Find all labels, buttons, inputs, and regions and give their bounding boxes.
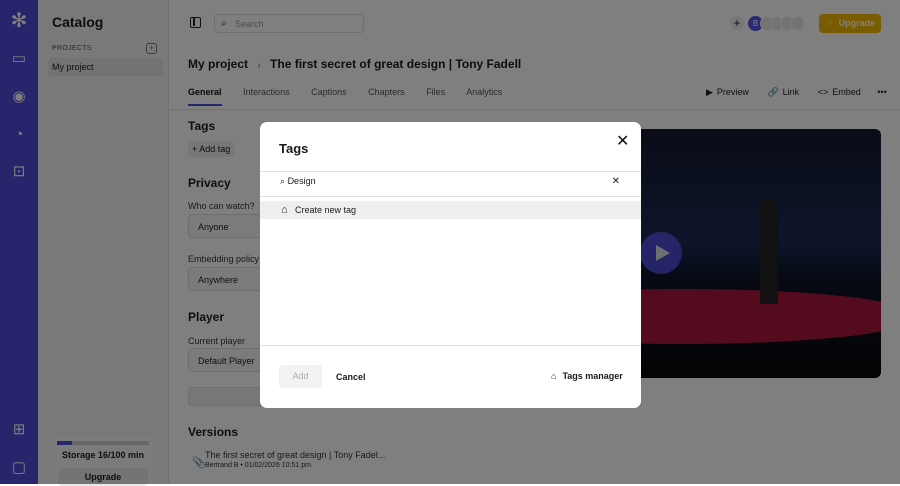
tags-manager-button[interactable]: ⌂ Tags manager <box>551 371 623 381</box>
tag-search-value: Design <box>287 176 316 186</box>
search-icon: ⌕ <box>280 176 286 186</box>
tag-search-input[interactable]: ⌕ Design ✕ <box>280 176 620 187</box>
create-tag-label: Create new tag <box>295 205 357 215</box>
modal-title: Tags <box>279 141 309 156</box>
tag-icon: ⌂ <box>551 371 557 381</box>
divider <box>260 171 641 172</box>
close-icon[interactable]: ✕ <box>616 131 629 151</box>
divider <box>260 196 641 197</box>
create-tag-option[interactable]: ⌂ Create new tag <box>260 201 641 219</box>
clear-icon[interactable]: ✕ <box>612 176 620 187</box>
cancel-button[interactable]: Cancel <box>336 372 366 382</box>
tags-manager-label: Tags manager <box>562 371 623 381</box>
tags-modal: Tags ✕ ⌕ Design ✕ ⌂ Create new tag Add C… <box>260 122 641 408</box>
tag-icon: ⌂ <box>281 204 288 216</box>
divider <box>260 345 641 346</box>
add-button[interactable]: Add <box>279 365 322 388</box>
